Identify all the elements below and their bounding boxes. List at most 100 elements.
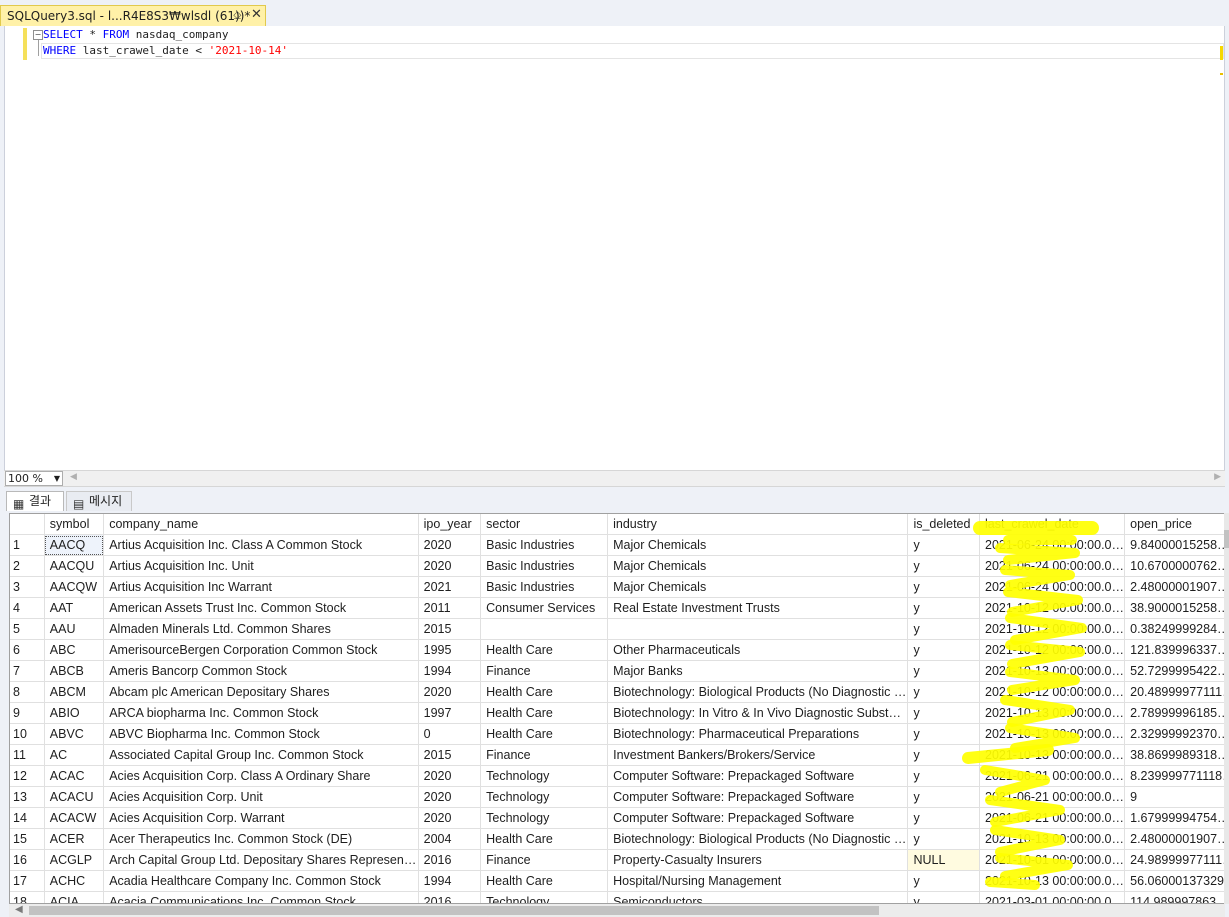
cell-open-price[interactable]: 10.6700000762939	[1124, 555, 1224, 577]
cell-company-name[interactable]: Associated Capital Group Inc. Common Sto…	[103, 744, 419, 766]
cell-row-number[interactable]: 6	[10, 639, 45, 661]
cell-symbol[interactable]: AAT	[44, 597, 105, 619]
cell-row-number[interactable]: 13	[10, 786, 45, 808]
cell-sector[interactable]	[480, 618, 609, 640]
cell-symbol[interactable]: ACAC	[44, 765, 105, 787]
cell-open-price[interactable]: 38.8699989318848	[1124, 744, 1224, 766]
cell-industry[interactable]: Investment Bankers/Brokers/Service	[607, 744, 909, 766]
results-grid[interactable]: symbol company_name ipo_year sector industry…	[9, 513, 1225, 904]
cell-last-crawel-date[interactable]: 2021-10-12 00:00:00.000	[979, 639, 1126, 661]
cell-sector[interactable]: Basic Industries	[480, 576, 609, 598]
cell-open-price[interactable]: 1.67999994754791	[1124, 807, 1224, 829]
tab-messages[interactable]: ▤ 메시지	[66, 491, 132, 511]
cell-sector[interactable]: Health Care	[480, 723, 609, 745]
cell-sector[interactable]: Health Care	[480, 702, 609, 724]
cell-sector[interactable]: Health Care	[480, 870, 609, 892]
table-row[interactable]: 2 AACQU Artius Acquisition Inc. Unit 2020 Ba…	[10, 555, 1224, 577]
cell-company-name[interactable]: ARCA biopharma Inc. Common Stock	[103, 702, 419, 724]
cell-open-price[interactable]: 2.48000001907349	[1124, 828, 1224, 850]
cell-symbol[interactable]: AACQ	[44, 534, 105, 556]
vertical-scrollbar[interactable]	[1224, 513, 1229, 904]
table-row[interactable]: 17 ACHC Acadia Healthcare Company Inc. Com…	[10, 870, 1224, 892]
table-row[interactable]: 8 ABCM Abcam plc American Depositary Share…	[10, 681, 1224, 703]
cell-last-crawel-date[interactable]: 2021-10-13 00:00:00.000	[979, 660, 1126, 682]
cell-symbol[interactable]: ABC	[44, 639, 105, 661]
cell-is-deleted[interactable]: NULL	[907, 849, 980, 871]
column-header-is-deleted[interactable]: is_deleted	[907, 514, 980, 535]
cell-symbol[interactable]: AACQU	[44, 555, 105, 577]
cell-row-number[interactable]: 3	[10, 576, 45, 598]
cell-is-deleted[interactable]: y	[907, 534, 980, 556]
cell-ipo-year[interactable]: 1995	[418, 639, 482, 661]
cell-open-price[interactable]: 0.382499992847443	[1124, 618, 1224, 640]
cell-last-crawel-date[interactable]: 2021-10-12 00:00:00.000	[979, 597, 1126, 619]
cell-industry[interactable]: Computer Software: Prepackaged Software	[607, 786, 909, 808]
cell-row-number[interactable]: 16	[10, 849, 45, 871]
cell-sector[interactable]: Technology	[480, 765, 609, 787]
cell-last-crawel-date[interactable]: 2021-10-13 00:00:00.000	[979, 744, 1126, 766]
cell-company-name[interactable]: Acadia Healthcare Company Inc. Common St…	[103, 870, 419, 892]
cell-is-deleted[interactable]: y	[907, 891, 980, 903]
cell-symbol[interactable]: ABVC	[44, 723, 105, 745]
cell-open-price[interactable]: 56.060001373291	[1124, 870, 1224, 892]
cell-row-number[interactable]: 12	[10, 765, 45, 787]
cell-sector[interactable]: Technology	[480, 807, 609, 829]
cell-last-crawel-date[interactable]: 2021-06-21 00:00:00.000	[979, 786, 1126, 808]
cell-row-number[interactable]: 15	[10, 828, 45, 850]
cell-sector[interactable]: Health Care	[480, 681, 609, 703]
cell-symbol[interactable]: ACIA	[44, 891, 105, 903]
cell-last-crawel-date[interactable]: 2021-06-24 00:00:00.000	[979, 576, 1126, 598]
cell-symbol[interactable]: ACACU	[44, 786, 105, 808]
cell-symbol[interactable]: ABIO	[44, 702, 105, 724]
cell-ipo-year[interactable]: 2020	[418, 681, 482, 703]
cell-ipo-year[interactable]: 2020	[418, 555, 482, 577]
cell-industry[interactable]: Biotechnology: Pharmaceutical Preparatio…	[607, 723, 909, 745]
zoom-dropdown[interactable]: 100 % ▼	[5, 471, 63, 486]
cell-row-number[interactable]: 8	[10, 681, 45, 703]
cell-open-price[interactable]: 114.989997863770	[1124, 891, 1224, 903]
cell-ipo-year[interactable]: 2020	[418, 765, 482, 787]
cell-open-price[interactable]: 20.4899997711182	[1124, 681, 1224, 703]
table-row[interactable]: 15 ACER Acer Therapeutics Inc. Common Stoc…	[10, 828, 1224, 850]
cell-ipo-year[interactable]: 2020	[418, 807, 482, 829]
cell-company-name[interactable]: Acies Acquisition Corp. Unit	[103, 786, 419, 808]
cell-symbol[interactable]: ACGLP	[44, 849, 105, 871]
cell-sector[interactable]: Finance	[480, 744, 609, 766]
collapse-icon[interactable]: −	[33, 30, 43, 40]
cell-row-number[interactable]: 18	[10, 891, 45, 903]
code-line-1[interactable]: SELECT * FROM nasdaq_company	[43, 28, 228, 41]
cell-company-name[interactable]: Arch Capital Group Ltd. Depositary Share…	[103, 849, 419, 871]
cell-industry[interactable]: Semiconductors	[607, 891, 909, 903]
cell-is-deleted[interactable]: y	[907, 618, 980, 640]
cell-industry[interactable]: Property-Casualty Insurers	[607, 849, 909, 871]
cell-row-number[interactable]: 17	[10, 870, 45, 892]
scroll-left-icon[interactable]: ◀	[70, 472, 77, 482]
cell-is-deleted[interactable]: y	[907, 660, 980, 682]
cell-industry[interactable]: Biotechnology: Biological Products (No D…	[607, 828, 909, 850]
cell-is-deleted[interactable]: y	[907, 744, 980, 766]
cell-sector[interactable]: Basic Industries	[480, 555, 609, 577]
cell-symbol[interactable]: ACACW	[44, 807, 105, 829]
cell-company-name[interactable]: Acies Acquisition Corp. Warrant	[103, 807, 419, 829]
cell-company-name[interactable]: Acies Acquisition Corp. Class A Ordinary…	[103, 765, 419, 787]
column-header-ipo-year[interactable]: ipo_year	[418, 514, 482, 535]
column-header-symbol[interactable]: symbol	[44, 514, 105, 535]
cell-last-crawel-date[interactable]: 2021-10-01 00:00:00.000	[979, 849, 1126, 871]
cell-open-price[interactable]: 2.78999996185303	[1124, 702, 1224, 724]
cell-row-number[interactable]: 2	[10, 555, 45, 577]
table-row[interactable]: 3 AACQW Artius Acquisition Inc Warrant 2021…	[10, 576, 1224, 598]
cell-last-crawel-date[interactable]: 2021-10-13 00:00:00.000	[979, 828, 1126, 850]
cell-industry[interactable]: Other Pharmaceuticals	[607, 639, 909, 661]
cell-company-name[interactable]: American Assets Trust Inc. Common Stock	[103, 597, 419, 619]
cell-row-number[interactable]: 7	[10, 660, 45, 682]
vertical-scroll-thumb[interactable]	[1224, 530, 1229, 548]
cell-symbol[interactable]: AACQW	[44, 576, 105, 598]
table-row[interactable]: 14 ACACW Acies Acquisition Corp. Warrant 20…	[10, 807, 1224, 829]
cell-ipo-year[interactable]: 2020	[418, 786, 482, 808]
column-header-open-price[interactable]: open_price	[1124, 514, 1224, 535]
cell-row-number[interactable]: 11	[10, 744, 45, 766]
cell-is-deleted[interactable]: y	[907, 597, 980, 619]
cell-is-deleted[interactable]: y	[907, 576, 980, 598]
cell-sector[interactable]: Consumer Services	[480, 597, 609, 619]
cell-industry[interactable]: Computer Software: Prepackaged Software	[607, 807, 909, 829]
